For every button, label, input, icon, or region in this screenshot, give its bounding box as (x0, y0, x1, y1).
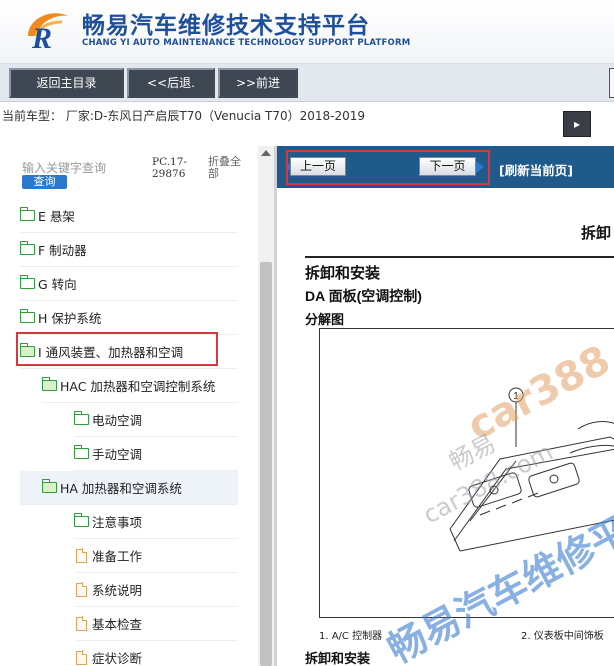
callout-number: 1 (513, 391, 519, 402)
scroll-up-icon[interactable] (261, 150, 271, 156)
page-nav-strip: 上一页 下一页 [刷新当前页] (277, 146, 614, 188)
refresh-page-link[interactable]: [刷新当前页] (499, 160, 573, 179)
folder-icon (19, 241, 35, 255)
panel-toggle-button[interactable]: ▸ (563, 111, 591, 137)
doc-next-heading: 拆卸和安装 (305, 652, 371, 666)
legend-item-2: 2. 仪表板中间饰板 (521, 631, 604, 642)
document-pane: 上一页 下一页 [刷新当前页] 拆卸 拆卸和安装 DA 面板(空调控制) 分解图 (277, 146, 614, 666)
doc-subheading: DA 面板(空调控制) (305, 288, 422, 304)
app-header: R 畅易汽车维修技术支持平台 CHANG YI AUTO MAINTENANCE… (0, 0, 614, 64)
tree-item-label: 手动空调 (92, 447, 143, 462)
page-icon (76, 650, 88, 665)
sidebar-tree: 输入关键字查询 查询 PC.17-29876 折叠全部 E 悬架 F 制动器 G… (0, 146, 258, 666)
brand-subtitle: CHANG YI AUTO MAINTENANCE TECHNOLOGY SUP… (82, 38, 411, 48)
collapse-all-button[interactable]: 折叠全部 (208, 156, 248, 180)
pc-code-label: PC.17-29876 (152, 156, 187, 180)
tree-item-label: 注意事项 (92, 515, 143, 530)
main-toolbar: 返回主目录 <<后退. >>前进 (0, 64, 614, 102)
current-vehicle-text: 当前车型： 厂家:D-东风日产启辰T70（Venucia T70）2018-20… (2, 109, 366, 123)
page-icon (76, 616, 88, 631)
sidebar-scrollbar[interactable] (258, 146, 274, 666)
tree-item-g[interactable]: G 转向 (19, 267, 238, 301)
tree-item-hac[interactable]: HAC 加热器和空调控制系统 (41, 369, 238, 403)
tree-item-label: 基本检查 (92, 617, 143, 632)
doc-heading: 拆卸和安装 (305, 264, 381, 282)
highlight-box (16, 332, 218, 366)
highlight-box (286, 150, 490, 185)
tree-item-label: 症状诊断 (92, 651, 143, 666)
tree-item-system-description[interactable]: 系统说明 (76, 573, 238, 607)
legend-item-1: 1. A/C 控制器 (319, 631, 383, 642)
tree-item-label: 电动空调 (92, 413, 143, 428)
vehicle-info-bar: 当前车型： 厂家:D-东风日产启辰T70（Venucia T70）2018-20… (0, 102, 614, 146)
brand-title: 畅易汽车维修技术支持平台 (82, 13, 370, 39)
tree-item-label: G 转向 (38, 277, 77, 292)
folder-icon (73, 411, 89, 425)
search-input[interactable]: 输入关键字查询 (22, 159, 106, 176)
svg-text:R: R (31, 22, 52, 52)
tree-item-label: F 制动器 (38, 243, 87, 258)
tree-item-e[interactable]: E 悬架 (19, 199, 238, 233)
expand-arrow-icon: ▸ (573, 117, 581, 131)
folder-icon (19, 207, 35, 221)
exploded-view-diagram: 1 (319, 328, 614, 618)
toolbar-overflow-button[interactable] (609, 68, 614, 98)
tree-item-precautions[interactable]: 注意事项 (73, 505, 238, 539)
changyi-logo-icon: R (28, 13, 68, 52)
tree-item-label: 准备工作 (92, 549, 143, 564)
tree-item-f[interactable]: F 制动器 (19, 233, 238, 267)
home-button[interactable]: 返回主目录 (9, 68, 124, 98)
forward-button[interactable]: >>前进 (218, 68, 298, 98)
folder-icon (19, 309, 35, 323)
tree-item-label: HA 加热器和空调系统 (60, 481, 182, 496)
tree-item-basic-inspection[interactable]: 基本检查 (76, 607, 238, 641)
tree-item-h[interactable]: H 保护系统 (19, 301, 238, 335)
back-button[interactable]: <<后退. (127, 68, 215, 98)
tree-item-preparation[interactable]: 准备工作 (76, 539, 238, 573)
tree-item-electric-ac[interactable]: 电动空调 (73, 403, 238, 437)
tree-item-ha[interactable]: HA 加热器和空调系统 (20, 471, 238, 505)
page-icon (76, 582, 88, 597)
folder-icon (73, 445, 89, 459)
folder-open-icon (41, 377, 57, 391)
page-icon (76, 548, 88, 563)
doc-title: 拆卸 (581, 224, 612, 242)
folder-icon (73, 513, 89, 527)
folder-icon (19, 275, 35, 289)
tree-item-label: 系统说明 (92, 583, 143, 598)
tree-item-label: H 保护系统 (38, 311, 102, 326)
doc-divider (305, 256, 614, 258)
folder-open-icon (41, 479, 57, 493)
tree-item-label: HAC 加热器和空调控制系统 (60, 379, 216, 394)
ac-panel-drawing: 1 (449, 387, 614, 552)
tree-item-label: E 悬架 (38, 209, 75, 224)
doc-section-title: 分解图 (305, 313, 345, 328)
tree-item-manual-ac[interactable]: 手动空调 (73, 437, 238, 471)
tree-item-symptom-diagnosis[interactable]: 症状诊断 (76, 641, 238, 666)
scroll-thumb[interactable] (260, 262, 272, 666)
search-button[interactable]: 查询 (22, 175, 67, 189)
